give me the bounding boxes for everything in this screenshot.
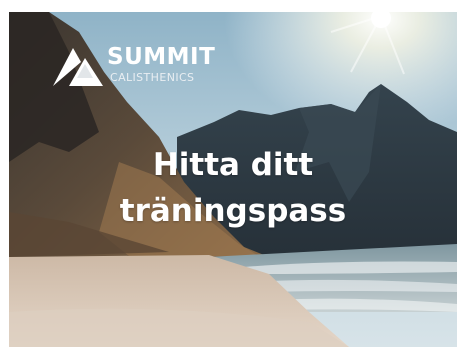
headline-line-2: träningspass bbox=[119, 193, 347, 229]
hero-headline: Hitta ditt träningspass bbox=[9, 142, 457, 234]
hero-banner[interactable]: SUMMIT CALISTHENICS Hitta ditt träningsp… bbox=[9, 12, 457, 347]
mountain-logo-icon bbox=[53, 48, 103, 86]
brand-subtitle: CALISTHENICS bbox=[110, 71, 195, 84]
summit-logo[interactable]: SUMMIT CALISTHENICS bbox=[51, 44, 221, 94]
brand-name: SUMMIT bbox=[107, 44, 216, 70]
headline-line-1: Hitta ditt bbox=[152, 147, 314, 183]
